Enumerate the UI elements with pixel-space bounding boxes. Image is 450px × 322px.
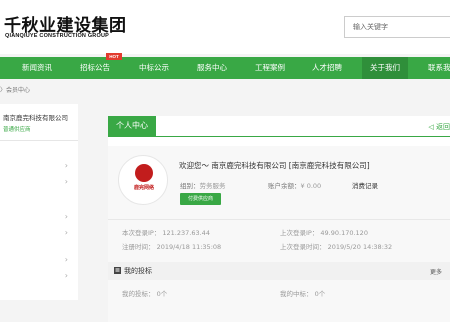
sidebar-divider bbox=[0, 140, 78, 141]
group-value: 劳务服务 bbox=[199, 182, 226, 190]
sidebar-menu-item[interactable]: › bbox=[0, 227, 78, 239]
sidebar-menu-item[interactable]: › bbox=[0, 211, 78, 223]
chevron-right-icon: › bbox=[64, 255, 68, 264]
avatar: 鹿完网络 bbox=[118, 155, 168, 205]
welcome-text: 欢迎您～ 南京鹿完科技有限公司 [南京鹿完科技有限公司] bbox=[179, 161, 370, 170]
sidebar-menu-item[interactable]: › bbox=[0, 254, 78, 266]
group-label: 组别： bbox=[180, 182, 200, 190]
my-bids-count: 我的投标： 0个 bbox=[122, 290, 168, 298]
my-wins-count: 我的中标： 0个 bbox=[280, 290, 326, 298]
nav-item-service-center[interactable]: 服务中心 bbox=[197, 57, 227, 79]
search-input[interactable]: 输入关键字 bbox=[344, 16, 450, 38]
member-main-panel: 个人中心 ◁ 返回 鹿完网络 欢迎您～ 南京鹿完科技有限公司 [南京鹿完科技有限… bbox=[108, 116, 450, 322]
nav-item-cases[interactable]: 工程案例 bbox=[255, 57, 285, 79]
chevron-right-icon: › bbox=[64, 271, 68, 280]
avatar-logo-text: 鹿完网络 bbox=[133, 185, 154, 191]
sidebar-menu-item[interactable]: › bbox=[0, 270, 78, 282]
nav-item-contact[interactable]: 联系我们 bbox=[428, 57, 450, 79]
nav-item-news[interactable]: 新闻资讯 bbox=[22, 57, 52, 79]
sidebar-menu-item[interactable]: › bbox=[0, 176, 78, 188]
list-icon bbox=[114, 267, 121, 274]
sidebar-menu-item[interactable]: › bbox=[0, 160, 78, 172]
nav-item-award-notices[interactable]: 中标公示 bbox=[139, 57, 169, 79]
sidebar-company-name: 南京鹿完科技有限公司 bbox=[3, 114, 68, 122]
more-link[interactable]: 更多 bbox=[430, 267, 442, 276]
chevron-right-icon: › bbox=[64, 177, 68, 186]
balance-label: 账户余额： bbox=[268, 182, 301, 190]
hot-badge: HOT bbox=[106, 53, 122, 60]
breadcrumb: 〉会员中心 bbox=[0, 85, 30, 94]
this-login-ip: 本次登录IP： 121.237.63.44 bbox=[122, 229, 210, 237]
section-divider bbox=[108, 219, 450, 220]
chevron-right-icon: › bbox=[64, 212, 68, 221]
breadcrumb-current: 会员中心 bbox=[6, 87, 31, 94]
balance-value: ¥ 0.00 bbox=[300, 182, 322, 190]
register-time: 注册时间： 2019/4/18 11:35:08 bbox=[122, 243, 222, 251]
last-login-time: 上次登录时间： 2019/5/20 14:38:32 bbox=[280, 243, 393, 251]
my-bids-title: 我的投标 bbox=[124, 267, 152, 275]
member-sidebar: 南京鹿完科技有限公司 普通供应商 › › › › › › bbox=[0, 104, 78, 300]
nav-item-jobs[interactable]: 人才招聘 bbox=[312, 57, 342, 79]
group-info: 组别：劳务服务 bbox=[180, 180, 226, 190]
tab-underline bbox=[108, 136, 450, 137]
back-link[interactable]: ◁ 返回 bbox=[428, 122, 450, 132]
balance-info: 账户余额：¥ 0.00 bbox=[268, 180, 321, 190]
consume-records-link[interactable]: 消费记录 bbox=[352, 180, 378, 190]
main-nav: 首页 新闻资讯 招标公告 HOT 中标公示 服务中心 工程案例 人才招聘 关于我… bbox=[0, 53, 450, 79]
company-logo-icon bbox=[135, 164, 153, 182]
site-logo-subtitle: QIANQIUYE CONSTRUCTION GROUP bbox=[5, 33, 109, 39]
nav-item-about[interactable]: 关于我们 bbox=[362, 57, 408, 79]
tab-personal-center[interactable]: 个人中心 bbox=[108, 116, 156, 136]
last-login-ip: 上次登录IP： 49.90.170.120 bbox=[280, 229, 368, 237]
chevron-right-icon: › bbox=[64, 161, 68, 170]
my-bids-header: 我的投标 更多 bbox=[108, 262, 450, 280]
sidebar-member-level[interactable]: 普通供应商 bbox=[3, 125, 31, 133]
paid-supplier-button[interactable]: 付费供应商 bbox=[180, 193, 221, 205]
chevron-right-icon: › bbox=[64, 228, 68, 237]
site-header: 千秋业建设集团 QIANQIUYE CONSTRUCTION GROUP 输入关… bbox=[0, 0, 450, 54]
nav-item-bid-announcements[interactable]: 招标公告 bbox=[80, 57, 110, 79]
